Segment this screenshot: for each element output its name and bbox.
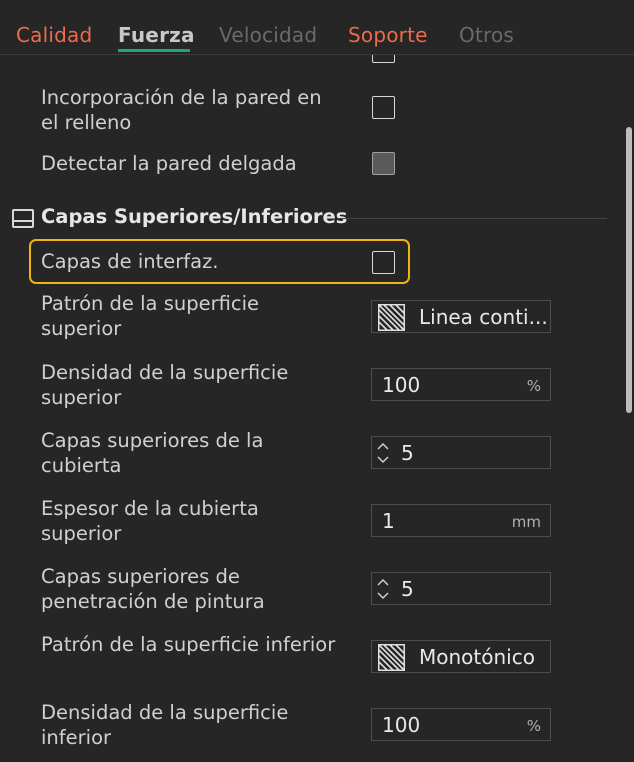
top-shell-layers-value: 5 (401, 441, 414, 465)
label-top-shell-thickness: Espesor de la cubierta superior (41, 497, 259, 545)
bottom-density-unit: % (526, 717, 541, 735)
top-shell-layers-stepper[interactable]: 5 (371, 436, 551, 469)
hatch-pattern-icon (378, 644, 405, 671)
tab-bar: Calidad Fuerza Velocidad Soporte Otros (0, 0, 634, 55)
label-top-pattern: Patrón de la superficie superior (41, 292, 260, 340)
settings-scroll-area[interactable]: Incorporación de la pared en el relleno … (0, 55, 634, 762)
top-density-value: 100 (382, 373, 421, 397)
top-paint-layers-stepper[interactable]: 5 (371, 572, 551, 605)
top-pattern-value: Linea conti... (419, 305, 548, 329)
label-bottom-density: Densidad de la superficie inferior (41, 701, 289, 749)
tab-velocidad[interactable]: Velocidad (219, 20, 317, 50)
top-shell-thickness-unit: mm (511, 513, 541, 531)
checkbox-interface-layers[interactable] (372, 251, 395, 274)
hatch-pattern-icon (378, 304, 405, 331)
layers-section-icon (12, 209, 34, 228)
label-bottom-pattern: Patrón de la superficie inferior (41, 633, 336, 656)
scrollbar-thumb[interactable] (626, 127, 632, 413)
tab-calidad[interactable]: Calidad (16, 20, 92, 50)
tab-otros[interactable]: Otros (459, 20, 514, 50)
bottom-pattern-select[interactable]: Monotónico (371, 640, 551, 673)
label-wall-infill: Incorporación de la pared en el relleno (41, 86, 322, 134)
section-divider (337, 218, 607, 219)
up-down-spinner-icon[interactable] (376, 577, 390, 601)
bottom-pattern-value: Monotónico (419, 645, 535, 669)
tab-fuerza[interactable]: Fuerza (118, 20, 195, 50)
checkbox-wall-infill[interactable] (372, 96, 395, 119)
active-tab-indicator (118, 49, 190, 52)
settings-panel: Calidad Fuerza Velocidad Soporte Otros I… (0, 0, 634, 762)
bottom-density-value: 100 (382, 713, 421, 737)
label-top-density: Densidad de la superficie superior (41, 361, 289, 409)
top-density-unit: % (526, 377, 541, 395)
top-shell-thickness-value: 1 (382, 509, 395, 533)
label-top-shell-layers: Capas superiores de la cubierta (41, 429, 264, 477)
top-density-input[interactable]: 100 % (371, 368, 551, 401)
label-top-paint-layers: Capas superiores de penetración de pintu… (41, 565, 265, 613)
checkbox-partial-hidden[interactable] (372, 55, 395, 63)
label-interface-layers: Capas de interfaz. (41, 250, 219, 273)
top-shell-thickness-input[interactable]: 1 mm (371, 504, 551, 537)
label-thin-wall: Detectar la pared delgada (41, 152, 297, 175)
tab-soporte[interactable]: Soporte (348, 20, 428, 50)
bottom-density-input[interactable]: 100 % (371, 708, 551, 741)
section-title: Capas Superiores/Inferiores (41, 205, 348, 228)
checkbox-thin-wall[interactable] (372, 152, 395, 175)
top-paint-layers-value: 5 (401, 577, 414, 601)
up-down-spinner-icon[interactable] (376, 441, 390, 465)
top-pattern-select[interactable]: Linea conti... (371, 300, 551, 333)
